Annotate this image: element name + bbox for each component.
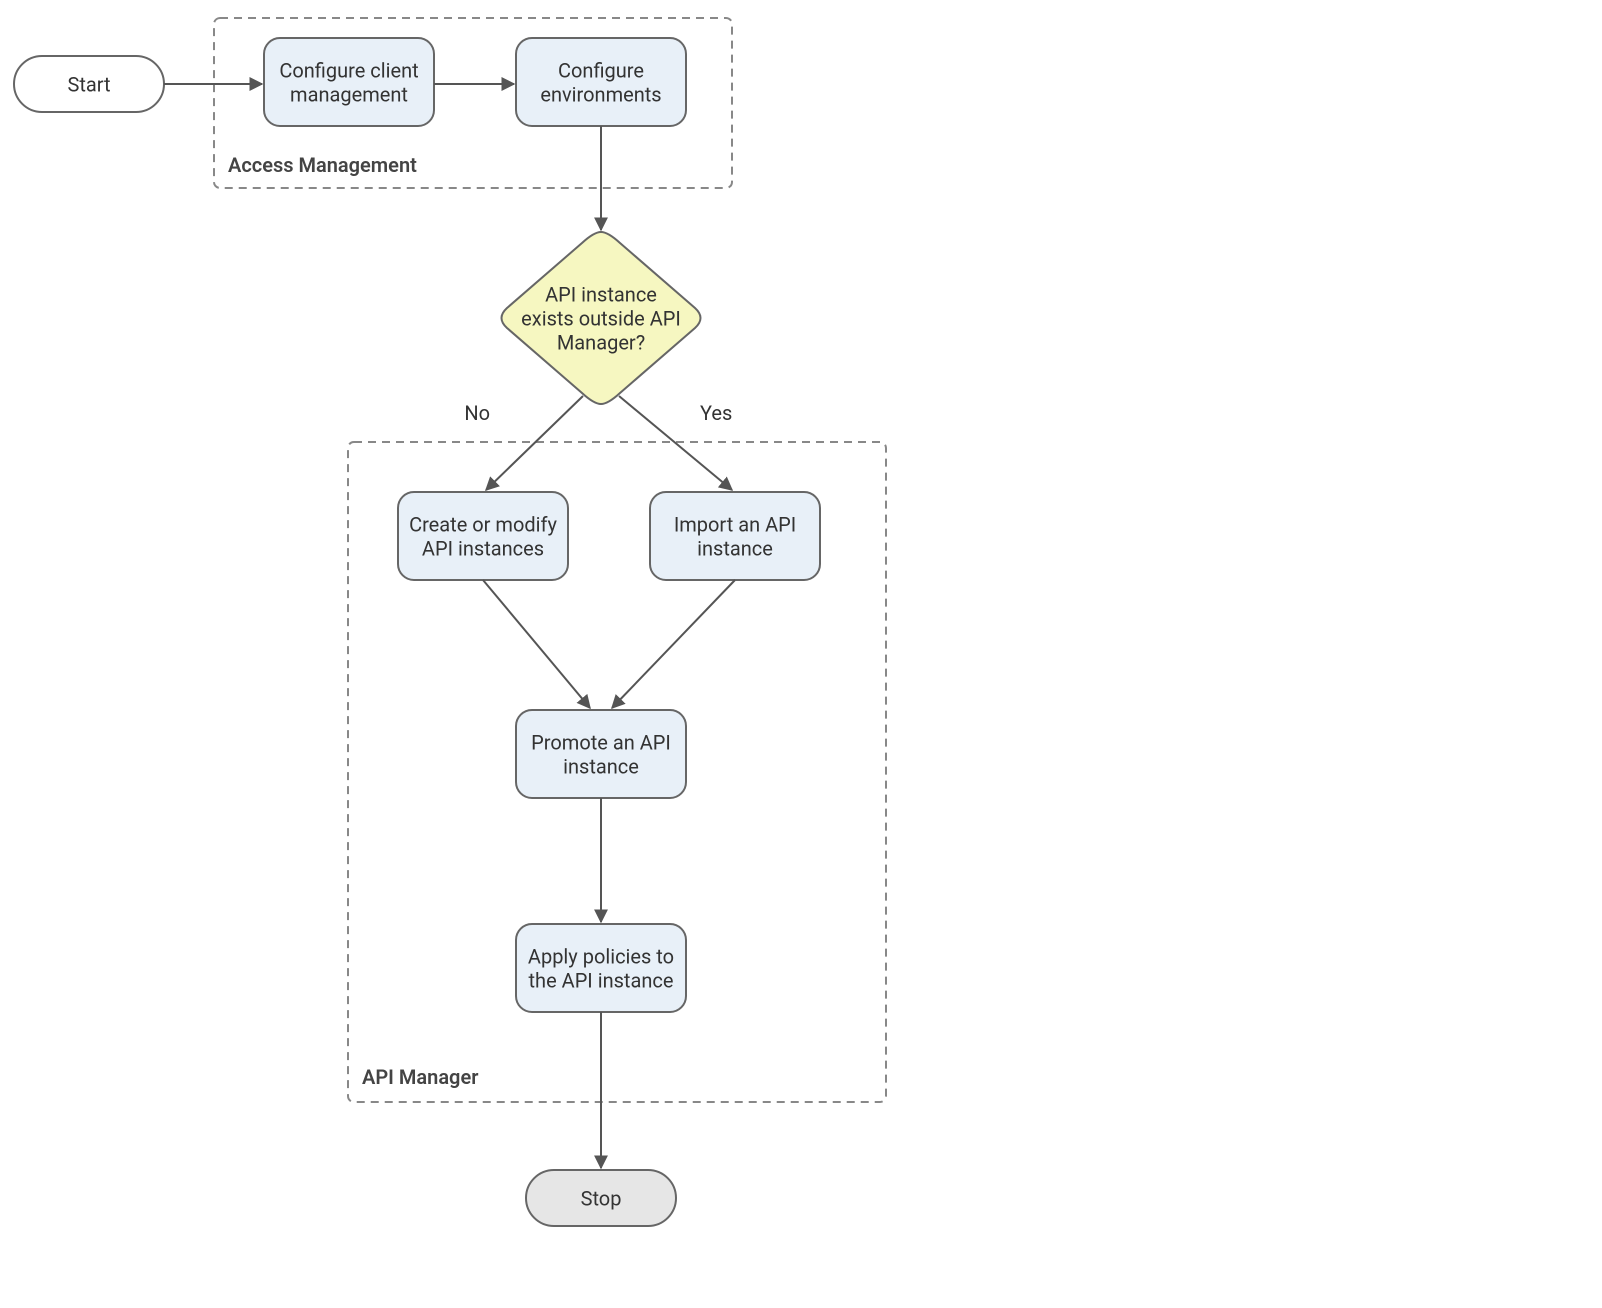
node-configure-environments-l2: environments	[540, 82, 661, 106]
node-decision-api-exists: API instance exists outside API Manager?	[502, 232, 701, 404]
group-label-api-manager: API Manager	[362, 1065, 478, 1089]
node-stop-label: Stop	[581, 1186, 622, 1210]
node-apply-policies-l1: Apply policies to	[528, 944, 674, 968]
edge-import-to-promote	[612, 580, 735, 708]
node-apply-policies-l2: the API instance	[529, 968, 674, 992]
node-configure-environments-l1: Configure	[558, 58, 644, 82]
node-promote-api-l1: Promote an API	[531, 730, 671, 754]
decision-l1: API instance	[545, 282, 657, 306]
node-import-api-l2: instance	[697, 536, 773, 560]
flowchart-canvas: Access Management API Manager Start Conf…	[0, 0, 1602, 1308]
node-import-api-l1: Import an API	[674, 512, 796, 536]
decision-l2: exists outside API	[521, 306, 681, 330]
decision-l3: Manager?	[557, 330, 645, 354]
group-label-access-management: Access Management	[228, 153, 417, 177]
node-promote-api-l2: instance	[563, 754, 639, 778]
node-create-modify-api-l1: Create or modify	[409, 512, 557, 536]
node-configure-client-management-l1: Configure client	[279, 58, 418, 82]
node-create-modify-api-l2: API instances	[422, 536, 544, 560]
edge-create-to-promote	[483, 580, 590, 708]
node-start-label: Start	[67, 72, 110, 96]
edge-label-no: No	[464, 401, 490, 425]
node-configure-client-management-l2: management	[290, 82, 408, 106]
edge-label-yes: Yes	[700, 401, 732, 425]
